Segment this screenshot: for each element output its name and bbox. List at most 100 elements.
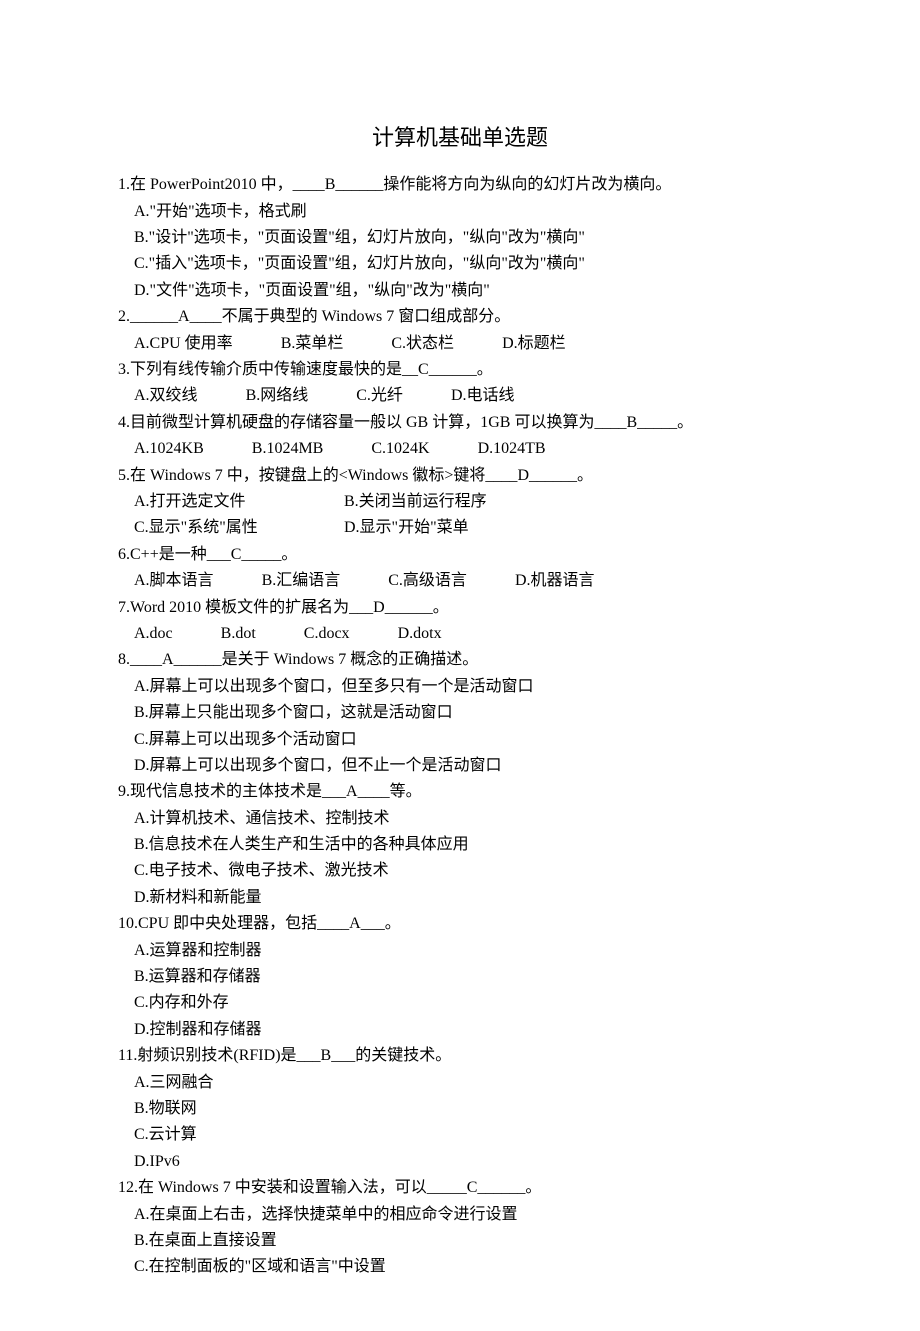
- stem-pre: 目前微型计算机硬盘的存储容量一般以 GB 计算，1GB 可以换算为____: [130, 414, 626, 431]
- answer-blank: D: [373, 599, 385, 616]
- question-number: 8: [118, 651, 126, 668]
- option: D."文件"选项卡，"页面设置"组，"纵向"改为"横向": [134, 278, 802, 304]
- stem-pre: ____: [130, 651, 162, 668]
- question-stem: 1.在 PowerPoint2010 中，____B______操作能将方向为纵…: [118, 172, 802, 198]
- stem-post: _____。: [241, 546, 297, 563]
- options-row: C.显示"系统"属性D.显示"开始"菜单: [134, 515, 802, 541]
- options-row: A.打开选定文件B.关闭当前运行程序: [134, 489, 802, 515]
- option: A.在桌面上右击，选择快捷菜单中的相应命令进行设置: [134, 1202, 802, 1228]
- question-number: 10: [118, 915, 134, 932]
- option: B.网络线: [246, 383, 309, 409]
- option: A.三网融合: [134, 1070, 802, 1096]
- question-stem: 12.在 Windows 7 中安装和设置输入法，可以_____C______。: [118, 1175, 802, 1201]
- stem-post: ______。: [385, 599, 449, 616]
- answer-blank: C: [231, 546, 242, 563]
- answer-blank: A: [162, 651, 174, 668]
- option: A.doc: [134, 621, 173, 647]
- answer-blank: B: [321, 1047, 332, 1064]
- question-stem: 3.下列有线传输介质中传输速度最快的是__C______。: [118, 357, 802, 383]
- question-stem: 8.____A______是关于 Windows 7 概念的正确描述。: [118, 647, 802, 673]
- stem-post: ______是关于 Windows 7 概念的正确描述。: [174, 651, 479, 668]
- option: C.显示"系统"属性: [134, 515, 344, 541]
- stem-pre: 下列有线传输介质中传输速度最快的是__: [130, 361, 418, 378]
- question-number: 4: [118, 414, 126, 431]
- option: C.在控制面板的"区域和语言"中设置: [134, 1254, 802, 1280]
- answer-blank: B: [626, 414, 637, 431]
- option: C.1024K: [371, 436, 429, 462]
- option: C."插入"选项卡，"页面设置"组，幻灯片放向，"纵向"改为"横向": [134, 251, 802, 277]
- stem-pre: ______: [130, 308, 178, 325]
- stem-post: ____不属于典型的 Windows 7 窗口组成部分。: [190, 308, 511, 325]
- option: B.物联网: [134, 1096, 802, 1122]
- stem-post: ___。: [361, 915, 401, 932]
- option: B.屏幕上只能出现多个窗口，这就是活动窗口: [134, 700, 802, 726]
- stem-pre: CPU 即中央处理器，包括____: [138, 915, 349, 932]
- question-number: 1: [118, 176, 126, 193]
- question-number: 3: [118, 361, 126, 378]
- option: A.运算器和控制器: [134, 938, 802, 964]
- question-stem: 9.现代信息技术的主体技术是___A____等。: [118, 779, 802, 805]
- stem-pre: 在 Windows 7 中，按键盘上的<Windows 徽标>键将____: [130, 467, 517, 484]
- option: B.汇编语言: [262, 568, 341, 594]
- stem-pre: 在 Windows 7 中安装和设置输入法，可以_____: [138, 1179, 467, 1196]
- options-row: A.CPU 使用率B.菜单栏C.状态栏D.标题栏: [134, 331, 802, 357]
- answer-blank: C: [467, 1179, 478, 1196]
- answer-blank: C: [418, 361, 429, 378]
- stem-pre: Word 2010 模板文件的扩展名为___: [130, 599, 373, 616]
- option: D.IPv6: [134, 1149, 802, 1175]
- answer-blank: A: [178, 308, 190, 325]
- options-row: A.双绞线B.网络线C.光纤D.电话线: [134, 383, 802, 409]
- option: D.屏幕上可以出现多个窗口，但不止一个是活动窗口: [134, 753, 802, 779]
- stem-post: _____。: [637, 414, 693, 431]
- option: A.脚本语言: [134, 568, 214, 594]
- stem-post: ____等。: [358, 783, 422, 800]
- stem-post: ______。: [529, 467, 593, 484]
- option: A.双绞线: [134, 383, 198, 409]
- option: D.新材料和新能量: [134, 885, 802, 911]
- option: D.1024TB: [478, 436, 546, 462]
- option: C.电子技术、微电子技术、激光技术: [134, 858, 802, 884]
- option: B.在桌面上直接设置: [134, 1228, 802, 1254]
- option: D.控制器和存储器: [134, 1017, 802, 1043]
- stem-pre: 射频识别技术(RFID)是___: [137, 1047, 320, 1064]
- option: B.信息技术在人类生产和生活中的各种具体应用: [134, 832, 802, 858]
- option: D.显示"开始"菜单: [344, 515, 554, 541]
- option: A."开始"选项卡，格式刷: [134, 199, 802, 225]
- stem-post: ______。: [429, 361, 493, 378]
- option: A.CPU 使用率: [134, 331, 233, 357]
- question-stem: 11.射频识别技术(RFID)是___B___的关键技术。: [118, 1043, 802, 1069]
- option: B.1024MB: [252, 436, 324, 462]
- option: B.dot: [221, 621, 256, 647]
- option: A.打开选定文件: [134, 489, 344, 515]
- page-title: 计算机基础单选题: [118, 120, 802, 156]
- question-number: 11: [118, 1047, 133, 1064]
- question-number: 5: [118, 467, 126, 484]
- option: B."设计"选项卡，"页面设置"组，幻灯片放向，"纵向"改为"横向": [134, 225, 802, 251]
- answer-blank: A: [346, 783, 358, 800]
- answer-blank: D: [517, 467, 529, 484]
- stem-post: ___的关键技术。: [331, 1047, 451, 1064]
- question-stem: 7.Word 2010 模板文件的扩展名为___D______。: [118, 595, 802, 621]
- question-stem: 6.C++是一种___C_____。: [118, 542, 802, 568]
- option: B.运算器和存储器: [134, 964, 802, 990]
- question-list: 1.在 PowerPoint2010 中，____B______操作能将方向为纵…: [118, 172, 802, 1280]
- stem-pre: 现代信息技术的主体技术是___: [130, 783, 346, 800]
- options-row: A.1024KBB.1024MBC.1024KD.1024TB: [134, 436, 802, 462]
- stem-pre: 在 PowerPoint2010 中，____: [130, 176, 325, 193]
- option: C.高级语言: [388, 568, 467, 594]
- question-number: 12: [118, 1179, 134, 1196]
- option: D.机器语言: [515, 568, 595, 594]
- option: D.dotx: [398, 621, 442, 647]
- question-number: 2: [118, 308, 126, 325]
- option: B.关闭当前运行程序: [344, 489, 554, 515]
- question-stem: 2.______A____不属于典型的 Windows 7 窗口组成部分。: [118, 304, 802, 330]
- question-stem: 5.在 Windows 7 中，按键盘上的<Windows 徽标>键将____D…: [118, 463, 802, 489]
- option: A.计算机技术、通信技术、控制技术: [134, 806, 802, 832]
- stem-post: ______。: [477, 1179, 541, 1196]
- option: D.标题栏: [502, 331, 566, 357]
- answer-blank: A: [349, 915, 361, 932]
- question-stem: 4.目前微型计算机硬盘的存储容量一般以 GB 计算，1GB 可以换算为____B…: [118, 410, 802, 436]
- stem-pre: C++是一种___: [130, 546, 231, 563]
- question-number: 9: [118, 783, 126, 800]
- question-number: 7: [118, 599, 126, 616]
